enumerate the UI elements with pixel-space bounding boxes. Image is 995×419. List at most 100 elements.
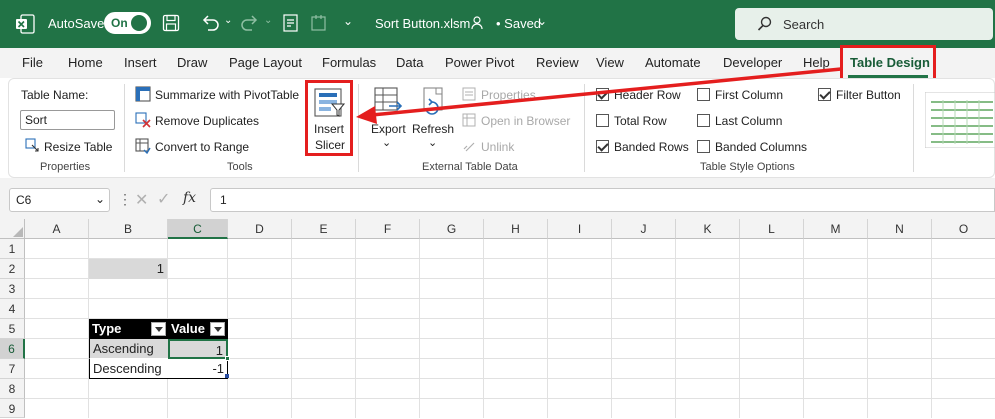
convert-to-range-button[interactable]: Convert to Range bbox=[155, 140, 249, 154]
column-header-f[interactable]: F bbox=[356, 219, 420, 239]
row-header-1[interactable]: 1 bbox=[0, 239, 25, 259]
banded-rows-checkbox[interactable] bbox=[596, 140, 609, 153]
table-cell-descending[interactable]: Descending bbox=[89, 359, 168, 379]
resize-table-button[interactable]: Resize Table bbox=[44, 140, 112, 154]
table-resize-handle[interactable] bbox=[225, 374, 229, 378]
export-icon bbox=[374, 87, 403, 111]
refresh-dropdown-icon[interactable]: ⌄ bbox=[428, 136, 437, 149]
column-header-h[interactable]: H bbox=[484, 219, 548, 239]
row-header-9[interactable]: 9 bbox=[0, 399, 25, 418]
column-header-l[interactable]: L bbox=[740, 219, 804, 239]
column-header-c[interactable]: C bbox=[168, 219, 228, 239]
search-box[interactable]: Search bbox=[735, 8, 993, 40]
row-header-5[interactable]: 5 bbox=[0, 319, 25, 339]
group-separator bbox=[358, 84, 359, 172]
summarize-pivottable-button[interactable]: Summarize with PivotTable bbox=[155, 88, 299, 102]
tab-page-layout[interactable]: Page Layout bbox=[229, 55, 302, 70]
tab-formulas[interactable]: Formulas bbox=[322, 55, 376, 70]
banded-columns-checkbox[interactable] bbox=[697, 140, 710, 153]
last-column-checkbox[interactable] bbox=[697, 114, 710, 127]
row-header-4[interactable]: 4 bbox=[0, 299, 25, 319]
row-header-7[interactable]: 7 bbox=[0, 359, 25, 379]
column-header-i[interactable]: I bbox=[548, 219, 612, 239]
remove-duplicates-button[interactable]: Remove Duplicates bbox=[155, 114, 259, 128]
autosave-toggle[interactable]: On bbox=[104, 12, 151, 34]
save-icon[interactable] bbox=[162, 14, 180, 32]
filter-dropdown-value-icon[interactable] bbox=[210, 322, 225, 336]
tab-draw[interactable]: Draw bbox=[177, 55, 207, 70]
table-cell-value-neg1[interactable]: -1 bbox=[168, 359, 228, 379]
tab-home[interactable]: Home bbox=[68, 55, 103, 70]
select-all-corner[interactable] bbox=[0, 219, 25, 239]
gridline bbox=[803, 239, 804, 418]
column-header-o[interactable]: O bbox=[932, 219, 995, 239]
total-row-checkbox[interactable] bbox=[596, 114, 609, 127]
filter-dropdown-type-icon[interactable] bbox=[151, 322, 166, 336]
row-header-3[interactable]: 3 bbox=[0, 279, 25, 299]
formula-input[interactable]: 1 bbox=[210, 188, 995, 212]
header-row-checkbox[interactable] bbox=[596, 88, 609, 101]
column-header-j[interactable]: J bbox=[612, 219, 676, 239]
redo-icon bbox=[241, 15, 258, 31]
insert-slicer-highlight-box bbox=[305, 80, 353, 156]
worksheet-grid[interactable]: A B C D E F G H I J K L M N O 1 2 3 4 5 … bbox=[0, 219, 995, 418]
last-column-label: Last Column bbox=[715, 114, 783, 128]
table-cell-value-1[interactable]: 1 bbox=[168, 339, 228, 359]
saved-dropdown-icon[interactable]: ⌄ bbox=[537, 14, 547, 28]
table-name-input[interactable] bbox=[20, 110, 115, 130]
cell-b2[interactable]: 1 bbox=[89, 259, 167, 279]
column-header-k[interactable]: K bbox=[676, 219, 740, 239]
gridline bbox=[419, 239, 420, 418]
properties-button: Properties bbox=[481, 88, 536, 102]
column-header-d[interactable]: D bbox=[228, 219, 292, 239]
name-box-value: C6 bbox=[16, 193, 32, 207]
macro-icon[interactable] bbox=[310, 13, 328, 33]
undo-dropdown-icon[interactable]: ⌄ bbox=[224, 15, 232, 26]
tab-developer[interactable]: Developer bbox=[723, 55, 782, 70]
convert-to-range-icon bbox=[135, 138, 151, 154]
tab-file[interactable]: File bbox=[22, 55, 43, 70]
insert-function-icon[interactable]: fx bbox=[183, 190, 196, 206]
first-column-checkbox[interactable] bbox=[697, 88, 710, 101]
unlink-button: Unlink bbox=[481, 140, 515, 154]
row-header-2[interactable]: 2 bbox=[0, 259, 25, 279]
tab-help[interactable]: Help bbox=[803, 55, 830, 70]
toggle-knob bbox=[131, 15, 147, 31]
refresh-button[interactable]: Refresh bbox=[412, 122, 454, 136]
more-options-icon[interactable]: ⋮ bbox=[118, 191, 132, 208]
name-box-dropdown-icon[interactable]: ⌄ bbox=[95, 192, 105, 206]
column-header-n[interactable]: N bbox=[868, 219, 932, 239]
toggle-state-label: On bbox=[111, 16, 128, 30]
tab-automate[interactable]: Automate bbox=[645, 55, 701, 70]
gridline bbox=[675, 239, 676, 418]
refresh-icon bbox=[423, 87, 443, 115]
search-icon bbox=[757, 16, 772, 31]
table-style-gallery[interactable] bbox=[925, 92, 995, 148]
tab-power-pivot[interactable]: Power Pivot bbox=[445, 55, 514, 70]
export-dropdown-icon[interactable]: ⌄ bbox=[382, 136, 391, 149]
column-header-a[interactable]: A bbox=[25, 219, 89, 239]
column-header-e[interactable]: E bbox=[292, 219, 356, 239]
gridline bbox=[291, 239, 292, 418]
filter-button-checkbox[interactable] bbox=[818, 88, 831, 101]
customize-toolbar-icon[interactable]: ⌄ bbox=[343, 14, 353, 28]
table-header-type-label: Type bbox=[92, 321, 122, 336]
tab-review[interactable]: Review bbox=[536, 55, 579, 70]
tab-data[interactable]: Data bbox=[396, 55, 423, 70]
export-button[interactable]: Export bbox=[371, 122, 406, 136]
row-header-6[interactable]: 6 bbox=[0, 339, 25, 359]
tab-view[interactable]: View bbox=[596, 55, 624, 70]
group-separator bbox=[124, 84, 125, 172]
tab-insert[interactable]: Insert bbox=[124, 55, 157, 70]
name-box[interactable]: C6 ⌄ bbox=[9, 188, 110, 212]
gridline bbox=[547, 239, 548, 418]
share-people-icon[interactable] bbox=[471, 15, 487, 31]
column-header-b[interactable]: B bbox=[89, 219, 168, 239]
fill-handle[interactable] bbox=[225, 356, 230, 361]
column-header-m[interactable]: M bbox=[804, 219, 868, 239]
column-header-g[interactable]: G bbox=[420, 219, 484, 239]
table-cell-ascending[interactable]: Ascending bbox=[89, 339, 168, 359]
form-icon[interactable] bbox=[282, 13, 300, 33]
row-header-8[interactable]: 8 bbox=[0, 379, 25, 399]
undo-icon[interactable] bbox=[200, 13, 220, 33]
